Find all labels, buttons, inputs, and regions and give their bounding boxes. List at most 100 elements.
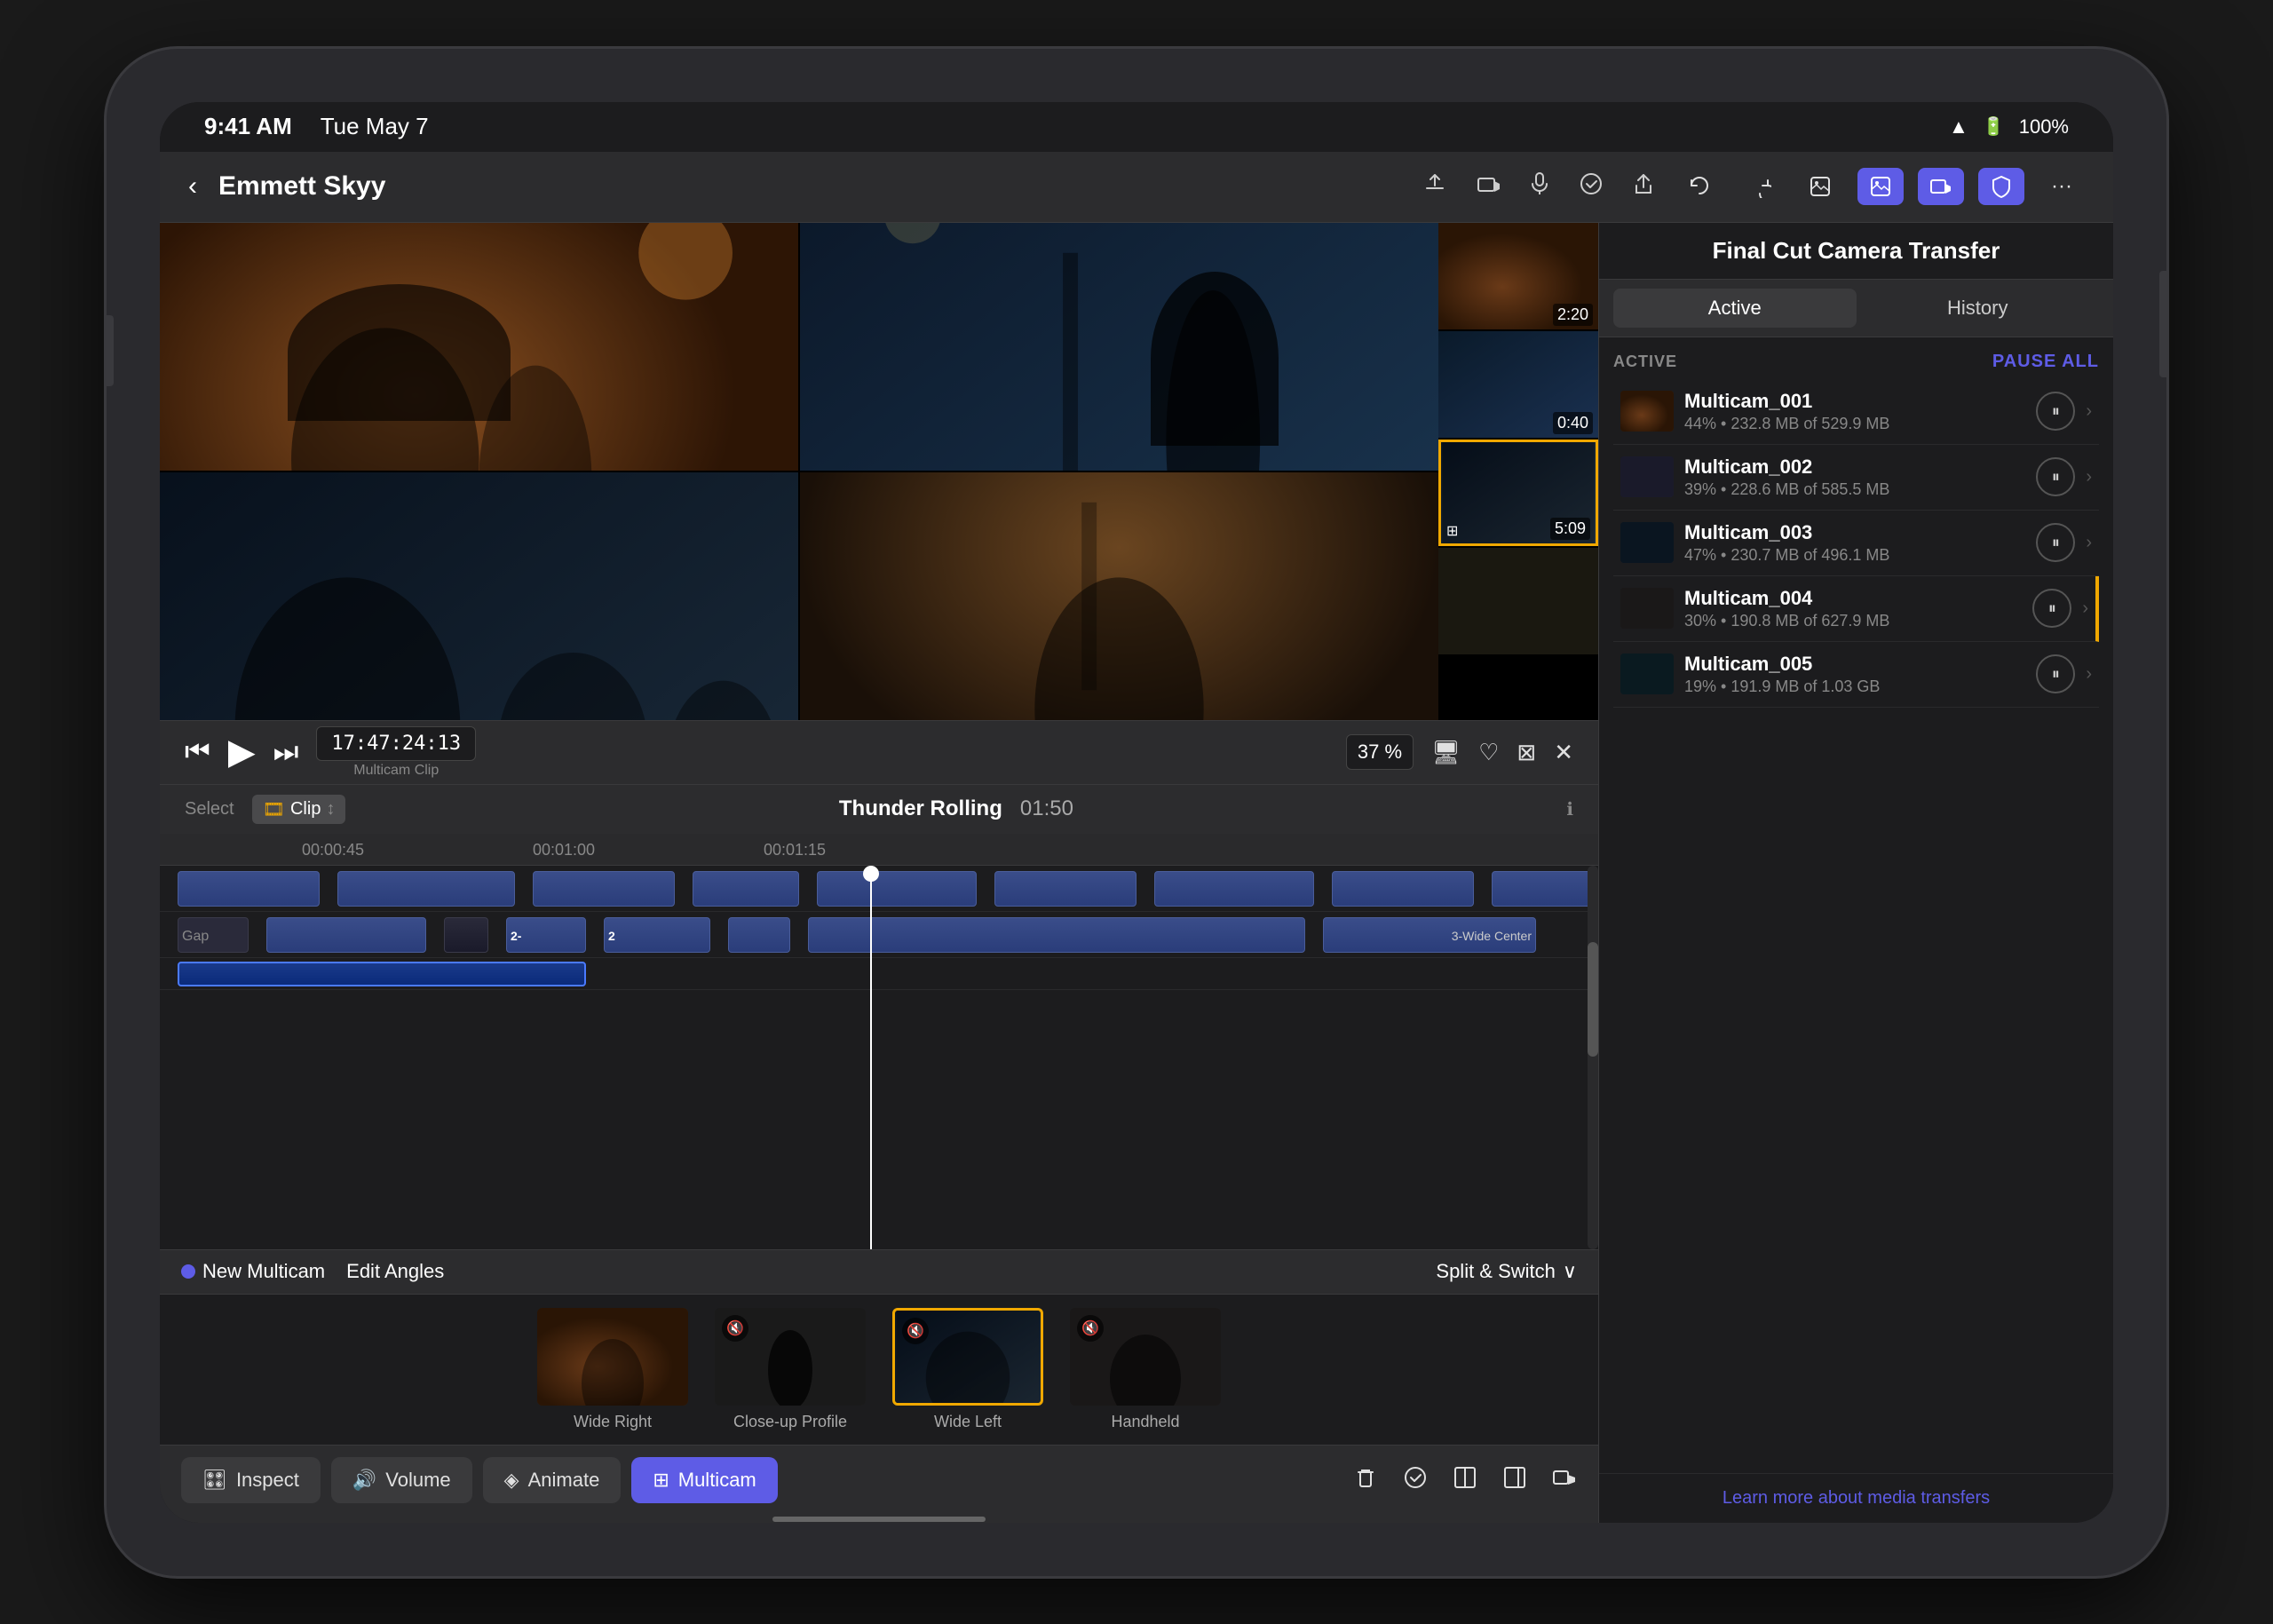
angle-wide-right[interactable]: Wide Right: [537, 1308, 688, 1431]
more-button[interactable]: ···: [2039, 168, 2085, 205]
track-clip-1-1[interactable]: [178, 871, 320, 907]
transfer-arrow-4[interactable]: ›: [2082, 598, 2088, 619]
track-clip-1-2[interactable]: [337, 871, 515, 907]
mic-button[interactable]: [1529, 171, 1550, 202]
volume-icon: 🔊: [352, 1469, 376, 1492]
edit-angles-label: Edit Angles: [346, 1260, 444, 1283]
track-clip-2-5[interactable]: 2: [604, 917, 710, 953]
transfer-item-1: Multicam_001 44% • 232.8 MB of 529.9 MB …: [1613, 379, 2099, 445]
close-button[interactable]: ✕: [1554, 739, 1573, 766]
thumbnail-3[interactable]: 5:09 ⊞: [1438, 440, 1598, 546]
angle-wide-left[interactable]: 🔇 Wide Left: [892, 1308, 1043, 1431]
share-button[interactable]: [1632, 171, 1655, 202]
transfer-item-2: Multicam_002 39% • 228.6 MB of 585.5 MB …: [1613, 445, 2099, 511]
transfer-info-1: Multicam_001 44% • 232.8 MB of 529.9 MB: [1684, 390, 2025, 433]
video-cell-3[interactable]: [160, 472, 798, 720]
zoom-display[interactable]: 37 %: [1346, 734, 1414, 770]
clip-badge[interactable]: 🎞 Clip ↕: [252, 795, 346, 824]
track-clip-2-gap[interactable]: Gap: [178, 917, 249, 953]
angle-handheld[interactable]: 🔇 Handheld: [1070, 1308, 1221, 1431]
track-clip-2-7[interactable]: [808, 917, 1305, 953]
scroll-indicator[interactable]: [1588, 866, 1598, 1249]
animate-button[interactable]: ◈ Animate: [483, 1457, 622, 1503]
volume-button[interactable]: 🔊 Volume: [331, 1457, 472, 1503]
select-label: Select: [185, 799, 234, 820]
transfer-item-4: Multicam_004 30% • 190.8 MB of 627.9 MB …: [1613, 576, 2099, 642]
transfer-arrow-2[interactable]: ›: [2086, 467, 2092, 487]
redo-button[interactable]: [1737, 168, 1783, 205]
video-cell-4[interactable]: [800, 472, 1438, 720]
edit-angles-button[interactable]: Edit Angles: [346, 1260, 444, 1283]
active-tab[interactable]: Active: [1613, 289, 1857, 328]
track-clip-2-4[interactable]: 2-: [506, 917, 586, 953]
track-clip-1-5[interactable]: [817, 871, 977, 907]
transfer-pause-2[interactable]: ⏸: [2036, 457, 2075, 496]
video-cell-1[interactable]: [160, 223, 798, 471]
track-clip-1-8[interactable]: [1332, 871, 1474, 907]
track-clip-2-8[interactable]: 3-Wide Center: [1323, 917, 1536, 953]
heart-button[interactable]: ♡: [1478, 739, 1499, 766]
export-button[interactable]: [1422, 171, 1447, 202]
undo-button[interactable]: [1676, 168, 1723, 205]
mark-button[interactable]: [1579, 171, 1604, 202]
monitor-icon[interactable]: 🖥: [1431, 739, 1461, 766]
track-clip-1-6[interactable]: [994, 871, 1136, 907]
thumbnail-4[interactable]: [1438, 548, 1598, 654]
check-button[interactable]: [1403, 1465, 1428, 1496]
transfer-arrow-3[interactable]: ›: [2086, 533, 2092, 553]
transfer-pause-1[interactable]: ⏸: [2036, 392, 2075, 431]
pause-all-button[interactable]: Pause All: [1992, 352, 2099, 372]
track-clip-3-selected[interactable]: [178, 962, 586, 986]
split-switch-button[interactable]: Split & Switch ∨: [1436, 1260, 1577, 1283]
rewind-button[interactable]: ⏮: [185, 735, 210, 769]
split-right-button[interactable]: [1502, 1465, 1527, 1496]
camera-button[interactable]: [1476, 171, 1501, 202]
shield-button[interactable]: [1978, 168, 2024, 205]
track-clip-2-3[interactable]: [444, 917, 488, 953]
split-button[interactable]: [1453, 1465, 1477, 1496]
angle-wide-right-img[interactable]: [537, 1308, 688, 1406]
history-tab[interactable]: History: [1857, 289, 2100, 328]
playhead[interactable]: [870, 866, 872, 1249]
transfer-pause-3[interactable]: ⏸: [2036, 523, 2075, 562]
thumbnail-2[interactable]: 0:40: [1438, 331, 1598, 438]
transfer-pause-5[interactable]: ⏸: [2036, 654, 2075, 693]
track-clip-1-3[interactable]: [533, 871, 675, 907]
back-button[interactable]: ‹: [188, 171, 197, 202]
angles-header: New Multicam Edit Angles Split & Switch …: [160, 1250, 1598, 1295]
play-button[interactable]: ▶: [228, 732, 256, 772]
angle-handheld-img[interactable]: 🔇: [1070, 1308, 1221, 1406]
track-clip-2-2[interactable]: [266, 917, 426, 953]
transfer-arrow-5[interactable]: ›: [2086, 664, 2092, 685]
angle-closeup-profile[interactable]: 🔇 Close-up Profile: [715, 1308, 866, 1431]
learn-more-link[interactable]: Learn more about media transfers: [1723, 1488, 1990, 1508]
transfer-arrow-1[interactable]: ›: [2086, 401, 2092, 422]
track-clip-1-9[interactable]: [1492, 871, 1598, 907]
info-icon[interactable]: ℹ: [1566, 798, 1573, 820]
split-switch-chevron: ∨: [1563, 1260, 1577, 1283]
angle-wide-left-img[interactable]: 🔇: [892, 1308, 1043, 1406]
active-section-header: ACTIVE Pause All: [1613, 352, 2099, 372]
track-clip-2-6[interactable]: [728, 917, 790, 953]
transfer-content: ACTIVE Pause All Multicam_001 44% • 232.…: [1599, 337, 2113, 1473]
thumbnail-1[interactable]: 2:20: [1438, 223, 1598, 329]
transfer-pause-4[interactable]: ⏸: [2032, 589, 2071, 628]
video-cell-2[interactable]: [800, 223, 1438, 471]
angle-closeup-img[interactable]: 🔇: [715, 1308, 866, 1406]
track-row-2: Gap 2- 2: [160, 912, 1598, 958]
new-multicam-button[interactable]: New Multicam: [181, 1260, 325, 1283]
inspect-button[interactable]: 🎛 Inspect: [181, 1457, 321, 1503]
photos-button[interactable]: [1857, 168, 1904, 205]
media-browser-button[interactable]: [1797, 168, 1843, 205]
reject-button[interactable]: ⊠: [1517, 739, 1536, 766]
delete-button[interactable]: [1353, 1465, 1378, 1496]
track-clip-1-7[interactable]: [1154, 871, 1314, 907]
fast-forward-button[interactable]: ⏭: [273, 735, 299, 769]
camera-transfer-button[interactable]: [1918, 168, 1964, 205]
camera-add-button[interactable]: [1552, 1465, 1577, 1496]
track-number-2b: 2: [608, 929, 615, 943]
multicam-button[interactable]: ⊞ Multicam: [631, 1457, 777, 1503]
track-clip-1-4[interactable]: [693, 871, 799, 907]
timecode-display[interactable]: 17:47:24:13: [316, 726, 476, 761]
battery-icon: 🔋: [1983, 115, 2005, 138]
